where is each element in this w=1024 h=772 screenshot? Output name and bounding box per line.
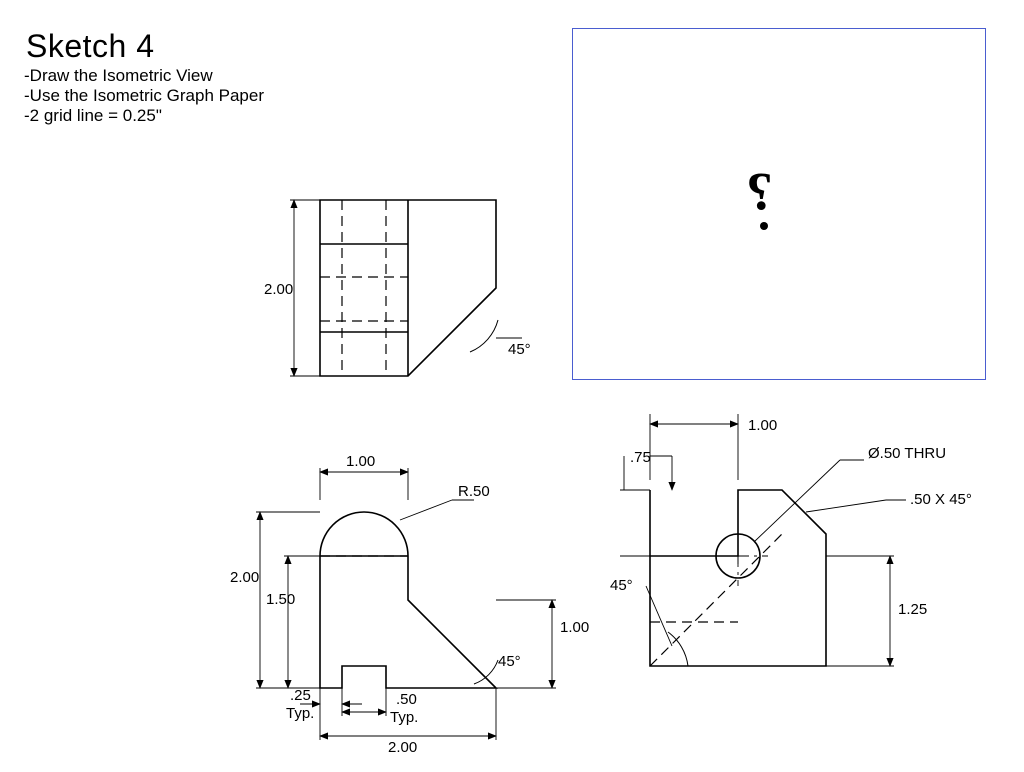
dim-top-height: 2.00 [264, 281, 293, 298]
question-mark-dot-icon [760, 222, 768, 230]
instruction-line: -2 grid line = 0.25" [24, 106, 162, 126]
dim-right-75: .75 [630, 449, 651, 466]
dim-right-100: 1.00 [748, 417, 777, 434]
dim-right-125: 1.25 [898, 601, 927, 618]
top-view: 2.00 45° [250, 190, 570, 410]
dim-front-1: 1.00 [346, 453, 375, 470]
instruction-line: -Use the Isometric Graph Paper [24, 86, 264, 106]
dim-right-hole: Ø.50 THRU [868, 445, 946, 462]
page-title: Sketch 4 [26, 28, 155, 65]
dim-front-200: 2.00 [388, 739, 417, 756]
dim-front-25: .25 [290, 687, 311, 704]
page: Sketch 4 -Draw the Isometric View -Use t… [0, 0, 1024, 772]
instruction-line: -Draw the Isometric View [24, 66, 213, 86]
dim-top-angle: 45° [508, 341, 531, 358]
dim-right-angle: 45° [610, 577, 633, 594]
dim-front-50: .50 [396, 691, 417, 708]
dim-front-100: 1.00 [560, 619, 589, 636]
question-mark-icon: ? [746, 160, 773, 222]
dim-right-chamfer: .50 X 45° [910, 491, 972, 508]
dim-front-typ1: Typ. [286, 705, 314, 722]
dim-front-angle: 45° [498, 653, 521, 670]
dim-front-150: 1.50 [266, 591, 295, 608]
dim-front-2: 2.00 [230, 569, 259, 586]
front-view: 1.00 R.50 2.00 1.50 1.00 45° .25 Typ. [230, 438, 590, 758]
dim-front-typ2: Typ. [390, 709, 418, 726]
isometric-placeholder-box [572, 28, 986, 380]
right-view: 1.00 .75 Ø.50 THRU .50 X 45° 45° 1.25 [610, 400, 1010, 740]
dim-front-radius: R.50 [458, 483, 490, 500]
